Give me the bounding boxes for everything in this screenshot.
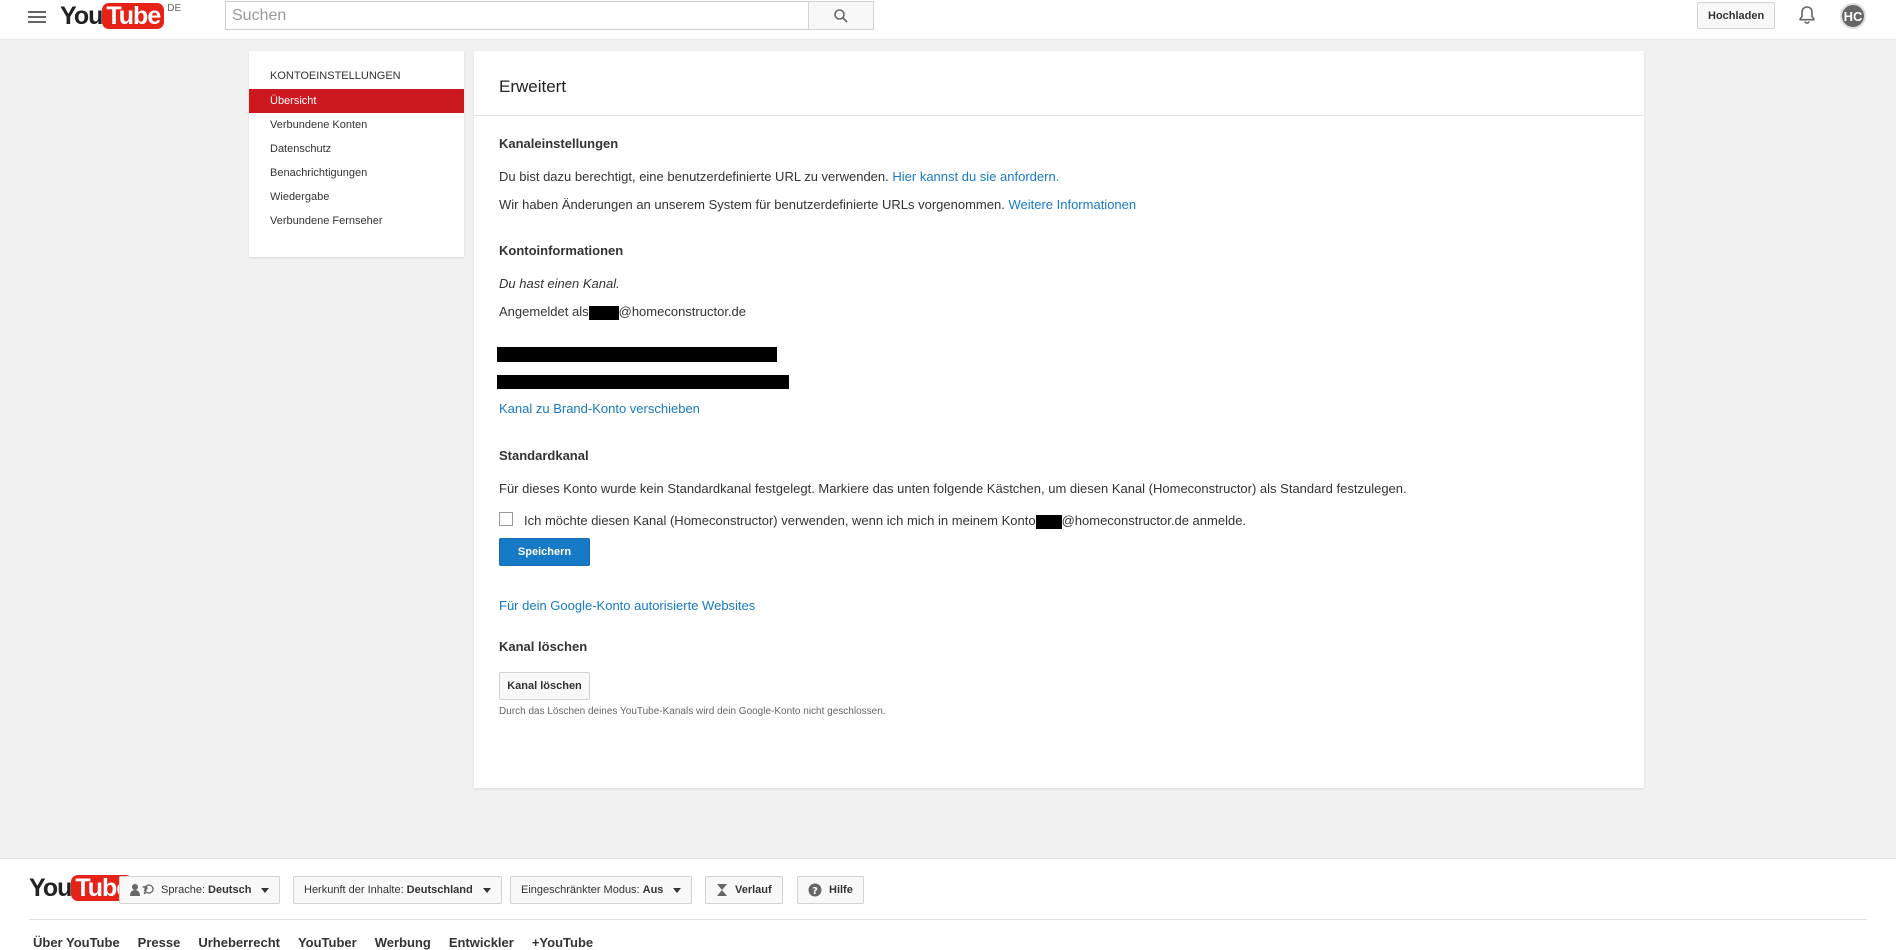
custom-url-row: Du bist dazu berechtigt, eine benutzerde… <box>499 169 1059 184</box>
more-info-link[interactable]: Weitere Informationen <box>1008 197 1136 212</box>
chevron-down-icon <box>261 887 270 893</box>
footer-youtube-logo[interactable]: You Tube <box>29 873 134 903</box>
help-icon: ? <box>808 883 822 897</box>
sidebar-item-connected-tvs[interactable]: Verbundene Fernseher <box>249 209 464 233</box>
search-input[interactable] <box>225 1 808 30</box>
checkbox-label-suffix: @homeconstructor.de anmelde. <box>1061 513 1247 528</box>
authorized-websites-link[interactable]: Für dein Google-Konto autorisierte Websi… <box>499 598 755 613</box>
language-icon: ? <box>130 883 154 897</box>
restricted-label: Eingeschränkter Modus: <box>521 884 640 896</box>
logo-tube-text: Tube <box>102 3 165 29</box>
search-icon <box>834 9 848 23</box>
search-bar <box>225 1 874 30</box>
page-title: Erweitert <box>499 77 567 96</box>
restricted-value: Aus <box>642 884 664 896</box>
footer-links: Über YouTube Presse Urheberrecht YouTube… <box>33 935 611 950</box>
redacted-block-1 <box>497 347 777 362</box>
location-value: Deutschland <box>406 884 473 896</box>
account-info-heading: Kontoinformationen <box>499 243 624 258</box>
footer-link-plus-youtube[interactable]: +YouTube <box>532 935 593 950</box>
default-channel-heading: Standardkanal <box>499 448 589 463</box>
delete-channel-note: Durch das Löschen deines YouTube-Kanals … <box>499 706 886 717</box>
hourglass-icon <box>716 883 728 897</box>
search-button[interactable] <box>808 1 874 30</box>
url-changes-row: Wir haben Änderungen an unserem System f… <box>499 197 1136 212</box>
has-channel-text: Du hast einen Kanal. <box>499 276 620 291</box>
footer-link-advertise[interactable]: Werbung <box>375 935 431 950</box>
save-button[interactable]: Speichern <box>499 538 590 566</box>
footer: You Tube ? Sprache: Deutsch Herkunft der … <box>0 858 1896 950</box>
svg-text:?: ? <box>812 886 818 897</box>
help-label: Hilfe <box>829 884 853 896</box>
location-picker-button[interactable]: Herkunft der Inhalte: Deutschland <box>293 876 502 904</box>
avatar[interactable]: HC <box>1840 3 1866 29</box>
signed-in-row: Angemeldet als @homeconstructor.de <box>499 304 746 320</box>
menu-icon[interactable] <box>28 8 46 26</box>
title-divider <box>474 115 1644 116</box>
footer-link-press[interactable]: Presse <box>138 935 181 950</box>
language-label: Sprache: <box>161 884 206 896</box>
language-value: Deutsch <box>208 884 252 896</box>
sidebar-item-overview[interactable]: Übersicht <box>249 89 464 113</box>
delete-channel-heading: Kanal löschen <box>499 639 588 654</box>
delete-channel-button[interactable]: Kanal löschen <box>499 672 590 700</box>
upload-button[interactable]: Hochladen <box>1697 2 1776 29</box>
location-label: Herkunft der Inhalte: <box>304 884 404 896</box>
footer-link-copyright[interactable]: Urheberrecht <box>198 935 280 950</box>
redacted-email-user <box>588 305 619 320</box>
signed-in-domain: @homeconstructor.de <box>618 304 746 319</box>
footer-link-about[interactable]: Über YouTube <box>33 935 120 950</box>
restricted-mode-button[interactable]: Eingeschränkter Modus: Aus <box>510 876 693 904</box>
footer-logo-you-text: You <box>29 874 72 902</box>
url-changes-text: Wir haben Änderungen an unserem System f… <box>499 197 1005 212</box>
default-channel-checkbox[interactable] <box>499 512 513 526</box>
chevron-down-icon <box>673 887 682 893</box>
sidebar-item-notifications[interactable]: Benachrichtigungen <box>249 161 464 185</box>
advanced-settings-card: Erweitert Kanaleinstellungen Du bist daz… <box>474 51 1644 788</box>
footer-divider <box>29 919 1867 920</box>
redacted-block-2 <box>497 375 789 389</box>
region-label: DE <box>167 3 182 14</box>
language-picker-button[interactable]: ? Sprache: Deutsch <box>119 876 281 904</box>
footer-link-developers[interactable]: Entwickler <box>449 935 514 950</box>
channel-settings-heading: Kanaleinstellungen <box>499 136 619 151</box>
move-to-brand-account-link[interactable]: Kanal zu Brand-Konto verschieben <box>499 401 700 416</box>
sidebar-item-privacy[interactable]: Datenschutz <box>249 137 464 161</box>
youtube-logo[interactable]: You Tube DE <box>60 1 181 31</box>
signed-in-prefix: Angemeldet als <box>499 304 589 319</box>
request-custom-url-link[interactable]: Hier kannst du sie anfordern. <box>892 169 1059 184</box>
chevron-down-icon <box>482 887 491 893</box>
custom-url-text: Du bist dazu berechtigt, eine benutzerde… <box>499 169 889 184</box>
sidebar-item-connected-accounts[interactable]: Verbundene Konten <box>249 113 464 137</box>
notifications-bell-icon[interactable] <box>1796 4 1818 26</box>
checkbox-label-prefix: Ich möchte diesen Kanal (Homeconstructor… <box>524 513 1036 528</box>
history-label: Verlauf <box>735 884 772 896</box>
help-button[interactable]: ? Hilfe <box>797 876 864 904</box>
sidebar-item-playback[interactable]: Wiedergabe <box>249 185 464 209</box>
logo-you-text: You <box>60 2 103 30</box>
account-settings-sidebar: KONTOEINSTELLUNGEN Übersicht Verbundene … <box>249 51 464 257</box>
history-button[interactable]: Verlauf <box>705 876 783 904</box>
masthead: You Tube DE Hochladen HC <box>0 0 1896 40</box>
sidebar-title: KONTOEINSTELLUNGEN <box>270 70 401 82</box>
redacted-email-user-2 <box>1035 514 1062 529</box>
footer-link-creators[interactable]: YouTuber <box>298 935 357 950</box>
default-channel-checkbox-label: Ich möchte diesen Kanal (Homeconstructor… <box>524 513 1246 529</box>
default-channel-description: Für dieses Konto wurde kein Standardkana… <box>499 481 1407 496</box>
